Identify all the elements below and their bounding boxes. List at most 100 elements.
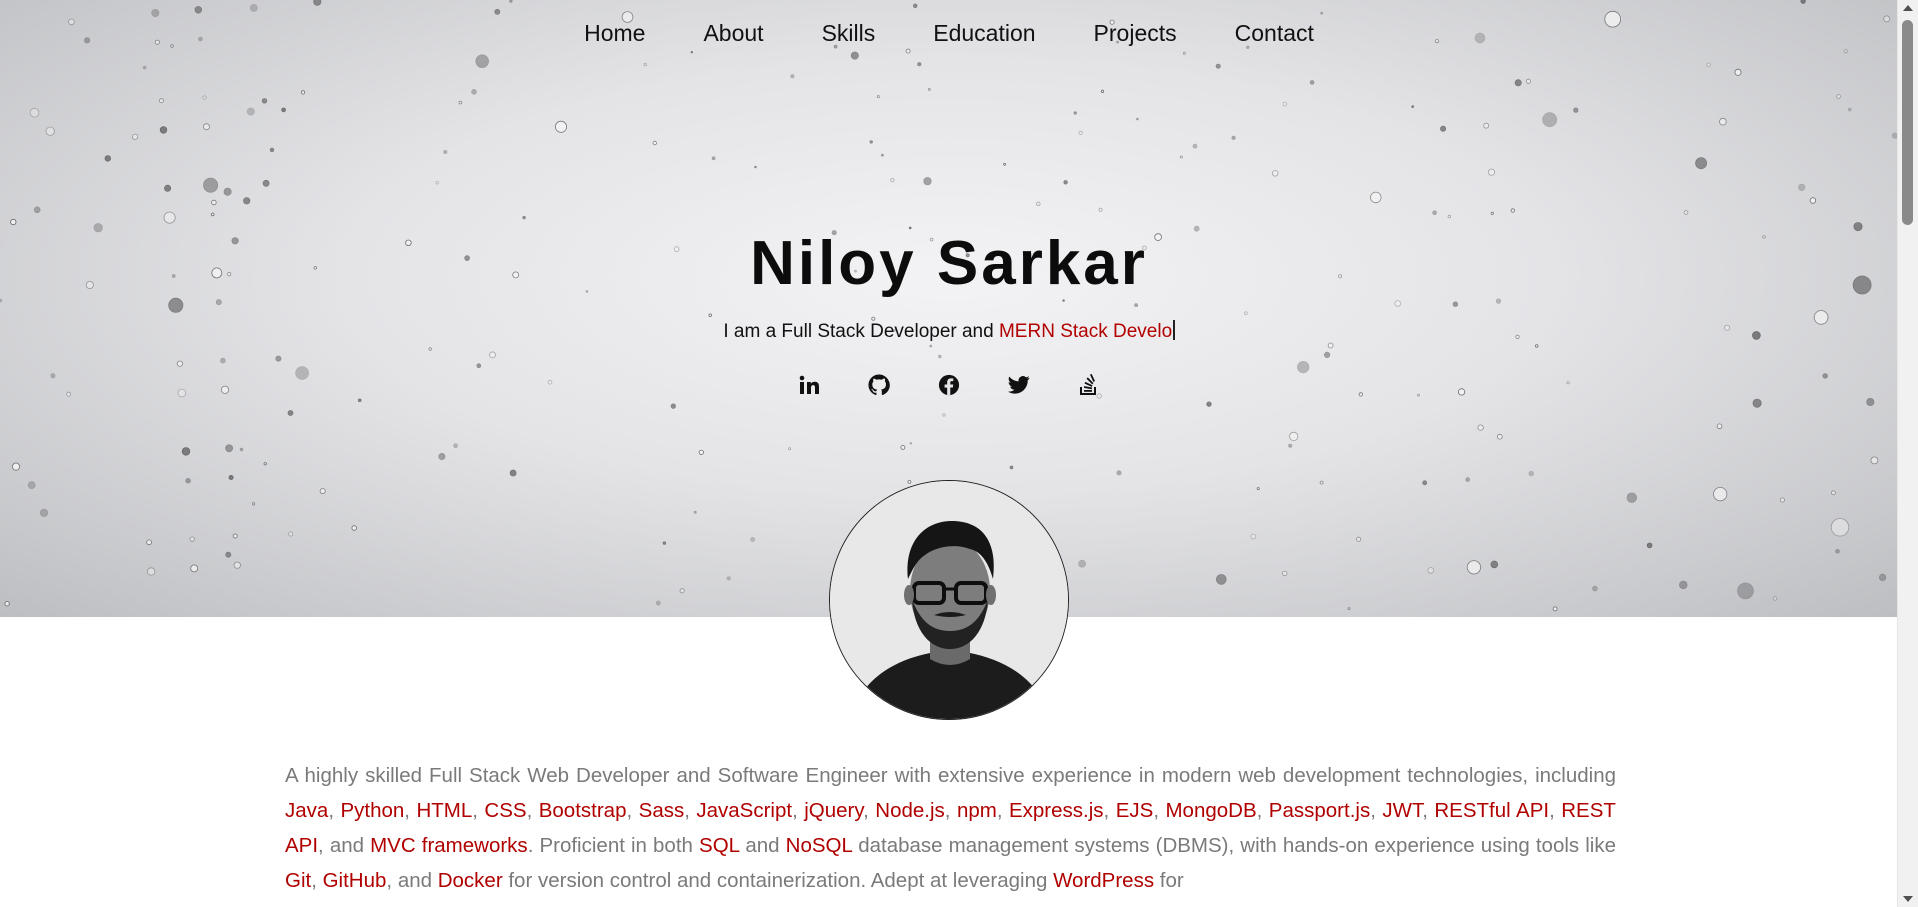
water-drop: [679, 588, 685, 594]
separator: ,: [792, 799, 805, 822]
water-drop: [39, 508, 49, 518]
water-drop: [351, 525, 357, 531]
water-drop: [708, 313, 712, 317]
tech-term: HTML: [416, 799, 473, 822]
water-drop: [1447, 214, 1451, 219]
tech-term: NoSQL: [785, 834, 853, 857]
water-drop: [1752, 398, 1762, 408]
water-drop: [1320, 11, 1324, 15]
tech-term: RESTful API: [1434, 799, 1550, 822]
social-links: [0, 373, 1898, 397]
water-drop: [220, 357, 226, 364]
water-drop: [1465, 477, 1470, 482]
about-text: . Proficient in both: [527, 834, 700, 857]
water-drop: [435, 180, 439, 185]
water-drop: [890, 178, 895, 183]
water-drop: [189, 536, 195, 542]
github-icon[interactable]: [867, 373, 891, 397]
tech-term: Bootstrap: [538, 799, 627, 822]
water-drop: [458, 100, 463, 105]
water-drop: [1835, 548, 1840, 554]
water-drop: [10, 218, 17, 226]
water-drop: [1427, 567, 1435, 574]
tech-term: Java: [285, 799, 329, 822]
tech-term: Docker: [437, 869, 503, 892]
nav-projects[interactable]: Projects: [1094, 20, 1177, 47]
separator: ,: [1103, 799, 1116, 822]
tagline-prefix: I am a Full Stack Developer and: [723, 321, 999, 342]
profile-avatar: [829, 480, 1069, 720]
water-drop: [643, 62, 647, 67]
water-drop: [147, 567, 156, 576]
water-drop: [1324, 351, 1331, 358]
twitter-icon[interactable]: [1007, 373, 1031, 397]
water-drop: [693, 510, 697, 514]
water-drop: [1440, 125, 1447, 132]
water-drop: [1394, 300, 1401, 307]
water-drop: [453, 443, 458, 449]
water-drop: [249, 4, 258, 12]
water-drop: [443, 149, 448, 154]
water-drop: [905, 48, 911, 54]
water-drop: [263, 462, 267, 466]
vertical-scrollbar[interactable]: [1897, 0, 1918, 907]
water-drop: [1183, 51, 1186, 55]
water-drop: [1452, 301, 1459, 307]
tech-term: JavaScript: [696, 799, 793, 822]
water-drop: [913, 3, 918, 8]
water-drop: [1483, 122, 1490, 129]
water-drop: [1866, 397, 1875, 406]
water-drop: [225, 444, 234, 453]
water-drop: [11, 462, 20, 471]
water-drop: [1370, 191, 1382, 204]
water-drop: [522, 215, 526, 220]
nav-home[interactable]: Home: [584, 20, 645, 47]
linkedin-icon[interactable]: [797, 373, 821, 397]
water-drop: [275, 355, 282, 362]
water-drop: [269, 147, 275, 153]
scroll-up-icon[interactable]: [1903, 5, 1913, 11]
water-drop: [1297, 360, 1310, 374]
water-drop: [168, 297, 184, 313]
water-drop: [881, 153, 884, 157]
water-drop: [750, 537, 756, 542]
water-drop: [239, 447, 244, 452]
water-drop: [27, 481, 36, 490]
nav-about[interactable]: About: [703, 20, 763, 47]
tech-term: Passport.js: [1268, 799, 1371, 822]
nav-skills[interactable]: Skills: [822, 20, 876, 47]
separator: ,: [863, 799, 876, 822]
tech-term: MongoDB: [1165, 799, 1257, 822]
about-text: A highly skilled Full Stack Web Develope…: [285, 764, 1616, 787]
water-drop: [211, 199, 217, 206]
water-drop: [1737, 582, 1754, 600]
tech-term: SQL: [699, 834, 740, 857]
about-text: and: [739, 834, 786, 857]
water-drop: [698, 449, 704, 455]
facebook-icon[interactable]: [937, 373, 961, 397]
water-drop: [1116, 470, 1122, 476]
tech-term: CSS: [484, 799, 527, 822]
scrollbar-thumb[interactable]: [1902, 20, 1913, 225]
nav-contact[interactable]: Contact: [1235, 20, 1314, 47]
tech-term: WordPress: [1053, 869, 1155, 892]
water-drop: [1830, 518, 1850, 537]
stackoverflow-icon[interactable]: [1077, 373, 1101, 397]
water-drop: [876, 95, 880, 99]
about-text: database management systems (DBMS), with…: [852, 834, 1616, 857]
water-drop: [1078, 130, 1083, 135]
scroll-down-icon[interactable]: [1903, 896, 1913, 902]
water-drop: [1490, 560, 1499, 569]
water-drop: [726, 576, 731, 581]
water-drop: [203, 123, 210, 131]
water-drop: [1136, 117, 1139, 121]
tech-term: JWT: [1382, 799, 1423, 822]
hero-tagline: I am a Full Stack Developer and MERN Sta…: [0, 320, 1898, 343]
water-drop: [232, 533, 238, 539]
water-drop: [1411, 105, 1415, 108]
water-drop: [1134, 303, 1138, 308]
water-drop: [489, 351, 496, 359]
water-drop: [142, 65, 147, 70]
water-drop: [1422, 480, 1428, 486]
nav-education[interactable]: Education: [933, 20, 1035, 47]
